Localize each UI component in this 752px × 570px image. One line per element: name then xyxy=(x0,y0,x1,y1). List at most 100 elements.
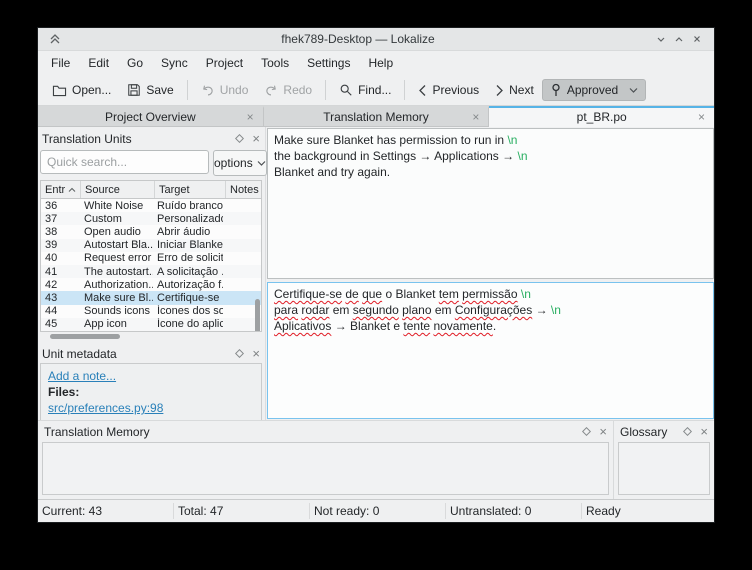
table-row[interactable]: 39Autostart Bla...Iniciar Blanke... xyxy=(41,239,261,252)
close-panel-icon[interactable]: × xyxy=(252,347,260,360)
find-button[interactable]: Find... xyxy=(331,79,399,101)
menu-item-sync[interactable]: Sync xyxy=(152,53,197,73)
close-panel-icon[interactable]: × xyxy=(252,132,260,145)
table-cell: Custom xyxy=(80,213,153,225)
table-cell: Request error xyxy=(80,252,153,264)
source-text-view: Make sure Blanket has permission to run … xyxy=(267,128,714,279)
newline-marker: \n xyxy=(551,303,561,317)
menu-item-file[interactable]: File xyxy=(42,53,79,73)
menu-item-project[interactable]: Project xyxy=(197,53,252,73)
newline-marker: \n xyxy=(507,133,517,147)
redo-icon xyxy=(264,84,278,97)
float-panel-icon[interactable] xyxy=(235,349,244,358)
save-button[interactable]: Save xyxy=(119,79,181,101)
dropdown-icon xyxy=(629,87,638,94)
close-icon[interactable] xyxy=(688,31,706,47)
source-line: the background in Settings → Application… xyxy=(274,148,707,164)
window-title: fhek789-Desktop — Lokalize xyxy=(64,32,652,46)
add-note-link[interactable]: Add a note... xyxy=(48,369,116,383)
table-cell: Ruído branco xyxy=(153,200,223,212)
translation-memory-panel: Translation Memory × xyxy=(38,421,613,499)
table-cell: 41 xyxy=(41,266,80,278)
misspelled-word: permissão xyxy=(462,287,517,301)
panel-title: Glossary xyxy=(620,425,676,439)
tab-pt-br-po[interactable]: pt_BR.po × xyxy=(489,106,714,127)
table-cell: A solicitação ... xyxy=(153,266,223,278)
glossary-content xyxy=(618,442,710,495)
undo-icon xyxy=(201,84,215,97)
table-cell: Open audio xyxy=(80,226,153,238)
shade-icon[interactable] xyxy=(46,31,64,47)
menu-item-help[interactable]: Help xyxy=(359,53,402,73)
tab-close-icon[interactable]: × xyxy=(698,111,705,123)
float-panel-icon[interactable] xyxy=(235,134,244,143)
table-row[interactable]: 36White NoiseRuído branco xyxy=(41,199,261,212)
unit-metadata-panel: Unit metadata × Add a note... Files: src… xyxy=(40,344,262,420)
vertical-scrollbar[interactable] xyxy=(255,299,260,332)
table-row[interactable]: 40Request errorErro de solicit... xyxy=(41,252,261,265)
unit-metadata-header: Unit metadata × xyxy=(40,344,262,363)
table-cell: 45 xyxy=(41,318,80,330)
translation-memory-content xyxy=(42,442,609,495)
table-row[interactable]: 38Open audioAbrir áudio xyxy=(41,225,261,238)
horizontal-scrollbar[interactable] xyxy=(50,334,120,339)
toolbar-separator xyxy=(404,80,405,100)
misspelled-word: tem xyxy=(439,287,459,301)
redo-button[interactable]: Redo xyxy=(256,79,320,101)
minimize-icon[interactable] xyxy=(652,31,670,47)
translation-units-table: Entr Source Target Notes xyxy=(40,180,262,332)
panel-title: Translation Units xyxy=(42,132,228,146)
file-link[interactable]: src/preferences.py:98 xyxy=(48,401,163,415)
table-cell: Abrir áudio xyxy=(153,226,223,238)
previous-button[interactable]: Previous xyxy=(410,79,487,101)
misspelled-word: novamente xyxy=(433,319,492,333)
tab-project-overview[interactable]: Project Overview × xyxy=(38,106,264,127)
unit-metadata-content: Add a note... Files: src/preferences.py:… xyxy=(40,363,262,420)
undo-button[interactable]: Undo xyxy=(193,79,257,101)
glossary-header: Glossary × xyxy=(618,422,710,441)
table-row[interactable]: 44Sounds iconsÍcones dos so... xyxy=(41,305,261,318)
maximize-icon[interactable] xyxy=(670,31,688,47)
quick-search-input[interactable] xyxy=(40,150,209,174)
find-icon xyxy=(339,83,353,97)
table-row[interactable]: 43Make sure Bl...Certifique-se ... xyxy=(41,291,261,304)
next-button[interactable]: Next xyxy=(487,79,542,101)
table-cell: Make sure Bl... xyxy=(80,292,153,304)
float-panel-icon[interactable] xyxy=(683,427,692,436)
table-cell: Ícone do aplic... xyxy=(153,318,223,330)
table-cell: White Noise xyxy=(80,200,153,212)
column-header-source[interactable]: Source xyxy=(81,181,155,198)
target-text-editor[interactable]: Certifique-se de que o Blanket tem permi… xyxy=(267,282,714,419)
tab-translation-memory[interactable]: Translation Memory × xyxy=(264,106,490,127)
column-header-target[interactable]: Target xyxy=(155,181,226,198)
lokalize-window: fhek789-Desktop — Lokalize FileEditGoSyn… xyxy=(38,28,714,522)
glossary-panel: Glossary × xyxy=(613,421,714,499)
bottom-docks: Translation Memory × Glossary × xyxy=(38,420,714,499)
close-panel-icon[interactable]: × xyxy=(700,425,708,438)
table-cell: 40 xyxy=(41,252,80,264)
column-header-entry[interactable]: Entr xyxy=(41,181,81,198)
search-row: options xyxy=(40,150,262,176)
files-label: Files: xyxy=(48,385,79,399)
table-row[interactable]: 45App iconÍcone do aplic... xyxy=(41,318,261,331)
column-header-notes[interactable]: Notes xyxy=(226,181,261,198)
table-cell: Personalizado xyxy=(153,213,223,225)
close-panel-icon[interactable]: × xyxy=(599,425,607,438)
table-row[interactable]: 41The autostart...A solicitação ... xyxy=(41,265,261,278)
menu-item-go[interactable]: Go xyxy=(118,53,152,73)
table-row[interactable]: 37CustomPersonalizado xyxy=(41,212,261,225)
float-panel-icon[interactable] xyxy=(582,427,591,436)
options-button[interactable]: options xyxy=(213,150,267,176)
menu-item-edit[interactable]: Edit xyxy=(79,53,118,73)
menu-item-tools[interactable]: Tools xyxy=(252,53,298,73)
menu-item-settings[interactable]: Settings xyxy=(298,53,359,73)
open-button[interactable]: Open... xyxy=(44,79,119,101)
tab-close-icon[interactable]: × xyxy=(247,111,254,123)
title-bar: fhek789-Desktop — Lokalize xyxy=(38,28,714,51)
table-row[interactable]: 42Authorization...Autorização f... xyxy=(41,278,261,291)
source-line: Make sure Blanket has permission to run … xyxy=(274,132,707,148)
dropdown-icon xyxy=(257,160,266,167)
tab-close-icon[interactable]: × xyxy=(472,111,479,123)
approved-button[interactable]: Approved xyxy=(542,79,646,101)
table-cell: Certifique-se ... xyxy=(153,292,223,304)
